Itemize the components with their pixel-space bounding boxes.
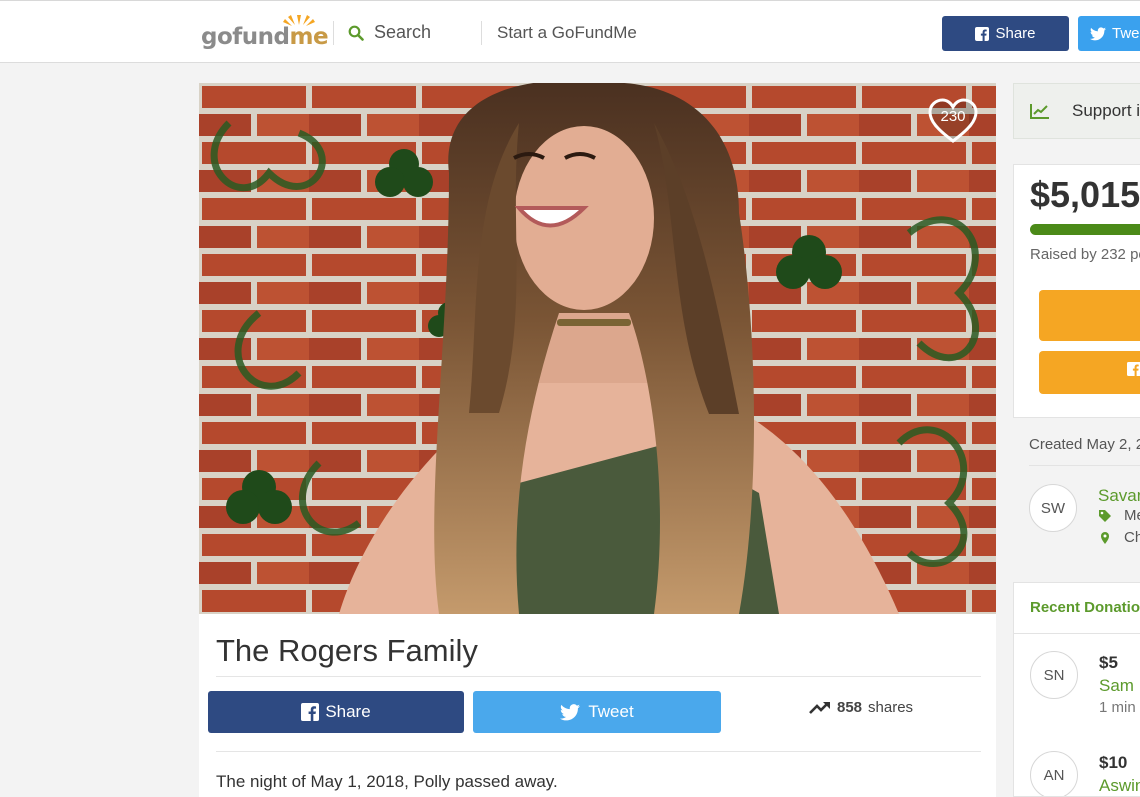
progress-bar [1030, 224, 1140, 235]
shares-label: shares [868, 699, 914, 716]
campaign-card: 230 The Rogers Family Share Tweet 858 sh… [199, 83, 996, 797]
donation-time: 1 min ago [1099, 699, 1140, 716]
search-icon [348, 25, 364, 41]
trending-icon [809, 701, 830, 714]
divider [1029, 465, 1140, 466]
shares-count: 858 [837, 699, 863, 716]
category-label: Memorials [1124, 507, 1140, 524]
facebook-icon [301, 703, 320, 721]
amount-raised: $5,015 of [1030, 174, 1140, 216]
support-banner[interactable]: Support it [1013, 83, 1140, 139]
header-divider [481, 21, 482, 45]
tweet-label: Tweet [588, 702, 634, 721]
header-share-button[interactable]: Share [942, 16, 1069, 51]
twitter-tweet-button[interactable]: Tweet [473, 691, 721, 733]
campaign-title: The Rogers Family [216, 633, 478, 668]
logo-sun-icon [283, 15, 315, 26]
donor-avatar: SN [1030, 651, 1078, 699]
campaign-photo-image [199, 83, 996, 614]
facebook-icon [1127, 362, 1140, 376]
divider [216, 676, 981, 677]
search-label: Search [374, 22, 432, 42]
heart-counter[interactable]: 230 [928, 98, 978, 144]
header-divider [333, 21, 334, 45]
header-tweet-button[interactable]: Tweet [1078, 16, 1140, 51]
recent-donations-card: Recent Donations SN $5 Sam N 1 min ago A… [1013, 582, 1140, 797]
share-label: Share [325, 702, 371, 721]
donor-avatar: AN [1030, 751, 1078, 796]
map-pin-icon [1101, 531, 1109, 544]
twitter-icon [1090, 26, 1106, 40]
twitter-icon [560, 703, 581, 720]
logo-wordmark: gofundme [201, 24, 329, 50]
organizer-location: Ch [1098, 529, 1140, 546]
shares-counter: 858 shares [809, 699, 913, 716]
progress-fill [1030, 224, 1140, 235]
raised-by-text: Raised by 232 people [1030, 246, 1140, 263]
donor-name[interactable]: Sam N [1099, 676, 1140, 696]
donation-amount: $10 [1099, 753, 1128, 772]
created-date: Created May 2, 2018 [1029, 436, 1140, 453]
search-link[interactable]: Search [348, 22, 431, 43]
divider [1014, 633, 1140, 634]
support-label: Support it [1072, 101, 1140, 120]
divider [216, 751, 981, 752]
donation-summary-card: $5,015 of Raised by 232 people [1013, 164, 1140, 418]
facebook-share-button[interactable]: Share [208, 691, 464, 733]
gofundme-logo[interactable]: gofundme [201, 13, 329, 50]
campaign-story: The night of May 1, 2018, Polly passed a… [216, 772, 558, 791]
amount-raised-value: $5,015 [1030, 174, 1140, 215]
heart-count: 230 [940, 108, 966, 125]
campaign-photo[interactable]: 230 [199, 83, 996, 614]
facebook-icon [975, 26, 990, 41]
recent-donations-title[interactable]: Recent Donations [1030, 599, 1140, 616]
start-gofundme-link[interactable]: Start a GoFundMe [497, 23, 637, 43]
tag-icon [1099, 509, 1111, 522]
organizer-avatar[interactable]: SW [1029, 484, 1077, 532]
donor-name[interactable]: Aswin [1099, 776, 1140, 796]
header-tweet-label: Tweet [1112, 25, 1140, 42]
donation-amount: $5 [1099, 653, 1118, 672]
header-share-label: Share [995, 25, 1036, 42]
organizer-name[interactable]: Savannah [1098, 486, 1140, 506]
organizer-category: Memorials [1098, 507, 1140, 524]
chart-trend-icon [1030, 104, 1049, 119]
donate-now-button[interactable] [1039, 290, 1140, 341]
top-navbar: gofundme Search Start a GoFundMe Share T… [0, 0, 1140, 63]
sidebar-share-button[interactable] [1039, 351, 1140, 394]
location-label: Ch [1124, 529, 1140, 546]
